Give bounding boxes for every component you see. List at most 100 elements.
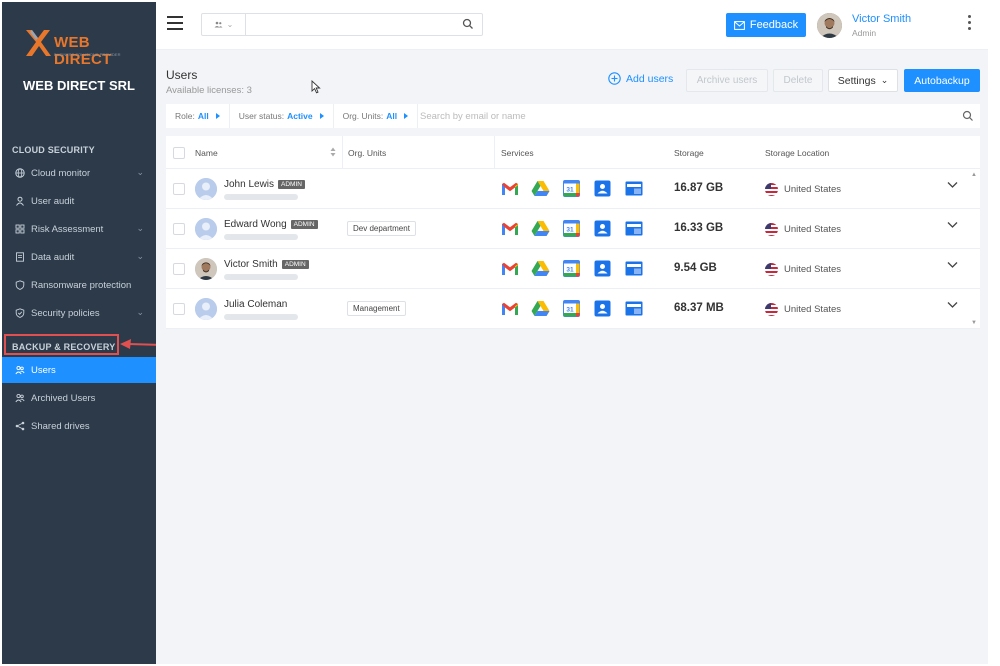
sites-icon[interactable] (624, 179, 643, 198)
grid-icon (14, 223, 26, 235)
calendar-icon[interactable]: 31 (562, 219, 581, 238)
user-name[interactable]: John Lewis (224, 179, 274, 190)
calendar-icon[interactable]: 31 (562, 259, 581, 278)
add-users-button[interactable]: Add users (608, 72, 673, 85)
global-search-input[interactable] (246, 14, 482, 35)
row-checkbox[interactable] (173, 183, 185, 195)
storage-location-label: United States (784, 184, 842, 195)
sidebar-item-risk-assessment[interactable]: Risk Assessment ⌄ (2, 216, 156, 242)
feedback-button[interactable]: Feedback (726, 13, 806, 37)
chevron-down-icon[interactable] (947, 301, 958, 309)
global-search[interactable]: ⌄ (201, 13, 483, 36)
drive-icon[interactable] (531, 219, 550, 238)
search-scope-dropdown[interactable]: ⌄ (202, 14, 246, 35)
chevron-down-icon[interactable] (947, 181, 958, 189)
search-icon[interactable] (962, 110, 974, 122)
hamburger-menu-icon[interactable] (167, 16, 183, 30)
sidebar-item-label: Shared drives (31, 420, 90, 432)
contacts-icon[interactable] (593, 259, 612, 278)
user-search-input[interactable]: Search by email or name (420, 104, 526, 128)
services-cell: 31 (500, 179, 643, 198)
sidebar-item-archived-users[interactable]: Archived Users (2, 385, 156, 411)
column-header-name[interactable]: Name (195, 148, 218, 158)
user-name[interactable]: Victor Smith (224, 259, 278, 270)
us-flag-icon (765, 303, 778, 316)
sidebar-item-cloud-monitor[interactable]: Cloud monitor ⌄ (2, 160, 156, 186)
user-avatar (195, 178, 217, 200)
column-header-storage: Storage (674, 148, 704, 158)
sidebar-item-user-audit[interactable]: User audit (2, 188, 156, 214)
row-checkbox[interactable] (173, 263, 185, 275)
services-cell: 31 (500, 259, 643, 278)
contacts-icon[interactable] (593, 179, 612, 198)
logo-tagline: BUSINESS SOLUTIONS PROVIDER (54, 52, 121, 57)
sites-icon[interactable] (624, 259, 643, 278)
column-divider (342, 136, 343, 169)
redacted-email (224, 314, 298, 320)
search-icon[interactable] (462, 18, 474, 30)
user-name[interactable]: Edward Wong (224, 219, 287, 230)
sidebar-item-shared-drives[interactable]: Shared drives (2, 413, 156, 439)
table-row[interactable]: Victor Smith ADMIN 31 9.54 GB United Sta… (166, 249, 980, 289)
table-row[interactable]: John Lewis ADMIN 31 16.87 GB United Stat… (166, 169, 980, 209)
annotation-highlight-box (4, 334, 119, 355)
select-all-checkbox[interactable] (173, 147, 185, 159)
sidebar-item-data-audit[interactable]: Data audit ⌄ (2, 244, 156, 270)
calendar-icon[interactable]: 31 (562, 179, 581, 198)
gmail-icon[interactable] (500, 259, 519, 278)
drive-icon[interactable] (531, 259, 550, 278)
filter-user-status[interactable]: User status: Active (230, 104, 334, 128)
storage-location: United States (765, 183, 841, 196)
sidebar-item-users[interactable]: Users (2, 357, 156, 383)
current-user-avatar[interactable] (817, 13, 842, 38)
filter-org-units[interactable]: Org. Units: All (334, 104, 419, 128)
row-checkbox[interactable] (173, 223, 185, 235)
contacts-icon[interactable] (593, 219, 612, 238)
user-name[interactable]: Julia Coleman (224, 299, 287, 310)
settings-label: Settings (837, 74, 876, 87)
scroll-up-icon[interactable]: ▲ (971, 172, 977, 178)
filter-value: Active (287, 111, 313, 121)
sidebar-item-ransomware-protection[interactable]: Ransomware protection (2, 272, 156, 298)
sites-icon[interactable] (624, 299, 643, 318)
table-row[interactable]: Edward Wong ADMIN Dev department 31 16.3… (166, 209, 980, 249)
available-licenses: Available licenses: 3 (166, 85, 252, 96)
user-avatar (195, 218, 217, 240)
filter-role[interactable]: Role: All (166, 104, 230, 128)
sort-icon[interactable] (330, 147, 336, 157)
more-options-icon[interactable] (968, 15, 972, 33)
column-header-org-units: Org. Units (348, 148, 387, 158)
gmail-icon[interactable] (500, 179, 519, 198)
contacts-icon[interactable] (593, 299, 612, 318)
gmail-icon[interactable] (500, 219, 519, 238)
archive-users-button[interactable]: Archive users (686, 69, 768, 92)
row-checkbox[interactable] (173, 303, 185, 315)
scroll-down-icon[interactable]: ▼ (971, 320, 977, 326)
drive-icon[interactable] (531, 179, 550, 198)
admin-badge: ADMIN (278, 180, 305, 189)
sidebar-item-security-policies[interactable]: Security policies ⌄ (2, 300, 156, 326)
sites-icon[interactable] (624, 219, 643, 238)
table-row[interactable]: Julia Coleman Management 31 68.37 MB Uni… (166, 289, 980, 329)
us-flag-icon (765, 263, 778, 276)
chevron-down-icon[interactable] (947, 221, 958, 229)
drive-icon[interactable] (531, 299, 550, 318)
section-header-cloud-security: CLOUD SECURITY (12, 145, 95, 155)
gmail-icon[interactable] (500, 299, 519, 318)
sidebar-item-label: User audit (31, 195, 75, 207)
plus-circle-icon (608, 72, 621, 85)
storage-value: 9.54 GB (674, 262, 717, 274)
autobackup-button[interactable]: Autobackup (904, 69, 980, 92)
settings-dropdown[interactable]: Settings ⌄ (828, 69, 898, 92)
storage-location-label: United States (784, 264, 842, 275)
chevron-down-icon[interactable] (947, 261, 958, 269)
sidebar-item-label: Ransomware protection (31, 279, 132, 291)
sidebar-item-label: Users (31, 364, 56, 376)
delete-button[interactable]: Delete (773, 69, 823, 92)
us-flag-icon (765, 183, 778, 196)
logo-mark-icon (26, 30, 51, 56)
page-title: Users (166, 68, 198, 82)
calendar-icon[interactable]: 31 (562, 299, 581, 318)
user-name-cell: Julia Coleman (224, 299, 287, 310)
current-user-name[interactable]: Victor Smith (852, 13, 911, 25)
